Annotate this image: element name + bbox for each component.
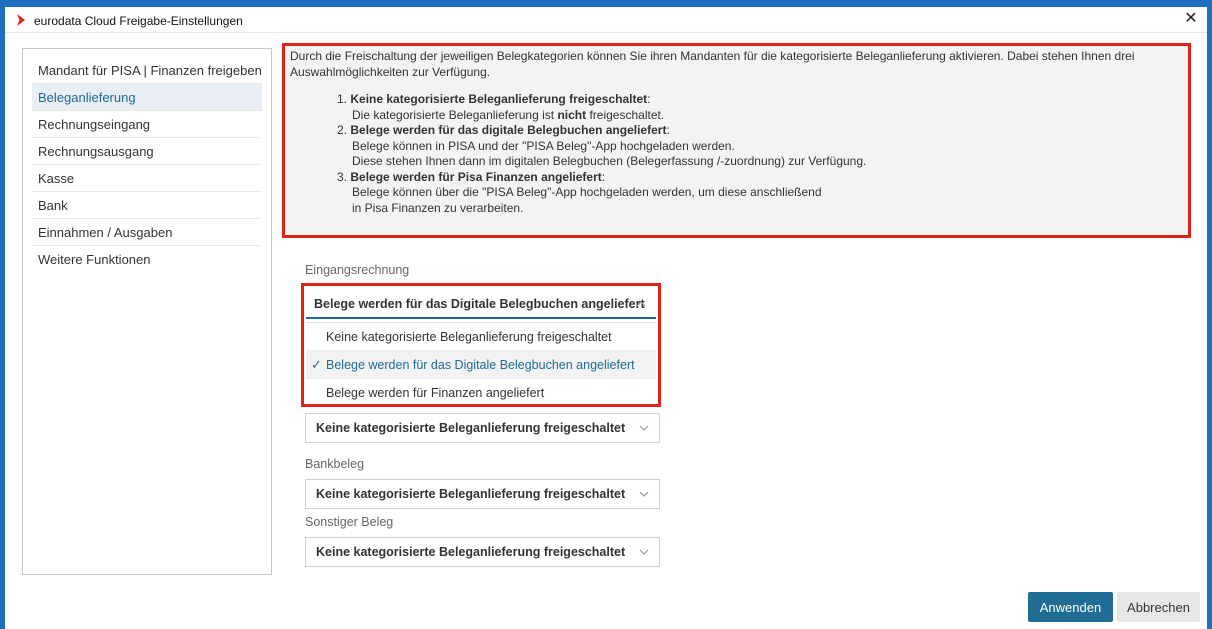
info-item-number: 1. xyxy=(337,92,348,106)
info-item-text-2: Diese stehen Ihnen dann im digitalen Bel… xyxy=(352,154,867,168)
bankbeleg-label: Bankbeleg xyxy=(305,457,365,471)
select-value: Keine kategorisierte Beleganlieferung fr… xyxy=(316,545,626,559)
info-intro: Durch die Freischaltung der jeweiligen B… xyxy=(290,49,1135,79)
cancel-button[interactable]: Abbrechen xyxy=(1117,592,1200,622)
dropdown-option-selected[interactable]: ✓ Belege werden für das Digitale Belegbu… xyxy=(306,351,656,379)
info-list: 1. Keine kategorisierte Beleganlieferung… xyxy=(290,92,1183,216)
select-value: Belege werden für das Digitale Belegbuch… xyxy=(314,297,645,311)
info-item-3: 3. Belege werden für Pisa Finanzen angel… xyxy=(337,169,822,215)
info-item-2: 2. Belege werden für das digitale Belegb… xyxy=(337,123,867,168)
info-item-title: Keine kategorisierte Beleganlieferung fr… xyxy=(350,92,648,106)
select-value: Keine kategorisierte Beleganlieferung fr… xyxy=(316,421,626,435)
settings-window: eurodata Cloud Freigabe-Einstellungen ✕ … xyxy=(5,7,1207,629)
info-box: Durch die Freischaltung der jeweiligen B… xyxy=(282,43,1191,238)
dropdown-option-label: Belege werden für das Digitale Belegbuch… xyxy=(326,358,635,372)
second-select[interactable]: Keine kategorisierte Beleganlieferung fr… xyxy=(305,413,660,443)
chevron-down-icon xyxy=(639,491,649,497)
sidebar-item-beleganlieferung[interactable]: Beleganlieferung xyxy=(32,84,262,111)
eingangsrechnung-select[interactable]: Belege werden für das Digitale Belegbuch… xyxy=(306,289,656,319)
window-title: eurodata Cloud Freigabe-Einstellungen xyxy=(34,14,243,28)
bankbeleg-select[interactable]: Keine kategorisierte Beleganlieferung fr… xyxy=(305,479,660,509)
select-value: Keine kategorisierte Beleganlieferung fr… xyxy=(316,487,626,501)
sidebar-item-rechnungsausgang[interactable]: Rechnungsausgang xyxy=(32,138,262,165)
info-item-text: Belege können in PISA und der "PISA Bele… xyxy=(352,138,735,153)
info-item-text-end: freigeschaltet. xyxy=(586,107,665,122)
info-item-emphasis: nicht xyxy=(557,107,587,122)
sidebar-item-rechnungseingang[interactable]: Rechnungseingang xyxy=(32,111,262,138)
sidebar: Mandant für PISA | Finanzen freigeben Be… xyxy=(22,48,272,575)
chevron-right-icon xyxy=(17,14,25,26)
sonstiger-beleg-select[interactable]: Keine kategorisierte Beleganlieferung fr… xyxy=(305,537,660,567)
sidebar-item-kasse[interactable]: Kasse xyxy=(32,165,262,192)
eingangsrechnung-label: Eingangsrechnung xyxy=(305,263,410,277)
chevron-down-icon xyxy=(639,425,649,431)
chevron-up-icon xyxy=(636,301,646,307)
info-item-number: 3. xyxy=(337,169,348,184)
sidebar-item-weitere-funktionen[interactable]: Weitere Funktionen xyxy=(32,246,262,273)
apply-button[interactable]: Anwenden xyxy=(1028,592,1113,622)
info-item-text: Die kategorisierte Beleganlieferung ist xyxy=(352,107,558,122)
chevron-down-icon xyxy=(639,549,649,555)
sonstiger-beleg-label: Sonstiger Beleg xyxy=(305,515,394,529)
info-item-title: Belege werden für das digitale Belegbuch… xyxy=(350,123,667,137)
eingangsrechnung-dropdown: Belege werden für das Digitale Belegbuch… xyxy=(301,283,661,407)
sidebar-item-einnahmen-ausgaben[interactable]: Einnahmen / Ausgaben xyxy=(32,219,262,246)
info-item-title: Belege werden für Pisa Finanzen angelief… xyxy=(350,169,602,184)
sidebar-item-mandant-freigeben[interactable]: Mandant für PISA | Finanzen freigeben xyxy=(32,57,262,84)
dropdown-options: Keine kategorisierte Beleganlieferung fr… xyxy=(306,322,656,407)
info-item-text: Belege können über die "PISA Beleg"-App … xyxy=(352,185,822,199)
info-item-number: 2. xyxy=(337,123,348,137)
close-icon[interactable]: ✕ xyxy=(1182,10,1200,28)
title-bar: eurodata Cloud Freigabe-Einstellungen ✕ xyxy=(5,7,1207,33)
info-item-text-2: in Pisa Finanzen zu verarbeiten. xyxy=(352,200,524,215)
check-icon: ✓ xyxy=(311,357,322,372)
info-item-1: 1. Keine kategorisierte Beleganlieferung… xyxy=(337,92,665,122)
dropdown-option[interactable]: Keine kategorisierte Beleganlieferung fr… xyxy=(306,323,656,351)
dropdown-option[interactable]: Belege werden für Finanzen angeliefert xyxy=(306,379,656,407)
sidebar-item-bank[interactable]: Bank xyxy=(32,192,262,219)
